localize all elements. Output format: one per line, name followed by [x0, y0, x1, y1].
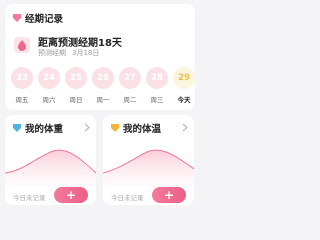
day-item[interactable]: 26 周一	[92, 67, 114, 104]
day-number: 28	[146, 67, 168, 89]
day-weekday: 周日	[69, 96, 83, 104]
day-strip: 23 周五 24 周六 25 周日 26 周一 27 周二 28 周三 29 今…	[11, 67, 197, 107]
day-number: 25	[65, 67, 87, 89]
day-weekday: 周六	[42, 96, 56, 104]
day-item[interactable]: 23 周五	[11, 67, 33, 104]
temperature-trend-wave	[103, 149, 194, 187]
day-number: 26	[92, 67, 114, 89]
period-tag-icon	[13, 14, 21, 22]
day-item[interactable]: 24 周六	[38, 67, 60, 104]
blue-tag-icon	[13, 124, 21, 132]
chevron-right-icon[interactable]	[84, 123, 90, 132]
period-record-card[interactable]: 经期记录 距离预测经期18天 预测经期 3月18日 23 周五 24 周六 25 …	[5, 4, 195, 110]
temperature-no-record: 今日未记录	[111, 194, 144, 202]
weight-trend-wave	[5, 149, 96, 187]
chevron-right-icon[interactable]	[182, 123, 188, 132]
day-item[interactable]: 25 周日	[65, 67, 87, 104]
day-number: 27	[119, 67, 141, 89]
predict-label: 预测经期	[38, 49, 66, 57]
predicted-period-date: 预测经期 3月18日	[38, 48, 99, 58]
day-item[interactable]: 28 周三	[146, 67, 168, 104]
day-weekday: 周二	[123, 96, 137, 104]
day-number: 29	[173, 67, 195, 89]
day-weekday: 周一	[96, 96, 110, 104]
period-record-title: 经期记录	[25, 14, 64, 25]
day-weekday: 周三	[150, 96, 164, 104]
weight-card[interactable]: 我的体重 今日未记录 +	[5, 115, 96, 205]
predict-date: 3月18日	[72, 49, 100, 57]
day-weekday: 周五	[15, 96, 29, 104]
temperature-card[interactable]: 我的体温 今日未记录 +	[103, 115, 194, 205]
day-item[interactable]: 27 周二	[119, 67, 141, 104]
day-item-today[interactable]: 29 今天	[173, 67, 195, 104]
period-countdown: 距离预测经期18天	[38, 38, 122, 49]
weight-no-record: 今日未记录	[13, 194, 46, 202]
add-weight-button[interactable]: +	[54, 187, 88, 203]
temperature-title: 我的体温	[123, 124, 162, 135]
weight-title: 我的体重	[25, 124, 64, 135]
day-number: 24	[38, 67, 60, 89]
yellow-tag-icon	[111, 124, 119, 132]
pink-drop-icon	[14, 37, 30, 53]
add-temperature-button[interactable]: +	[152, 187, 186, 203]
day-weekday: 今天	[177, 96, 191, 104]
day-number: 23	[11, 67, 33, 89]
